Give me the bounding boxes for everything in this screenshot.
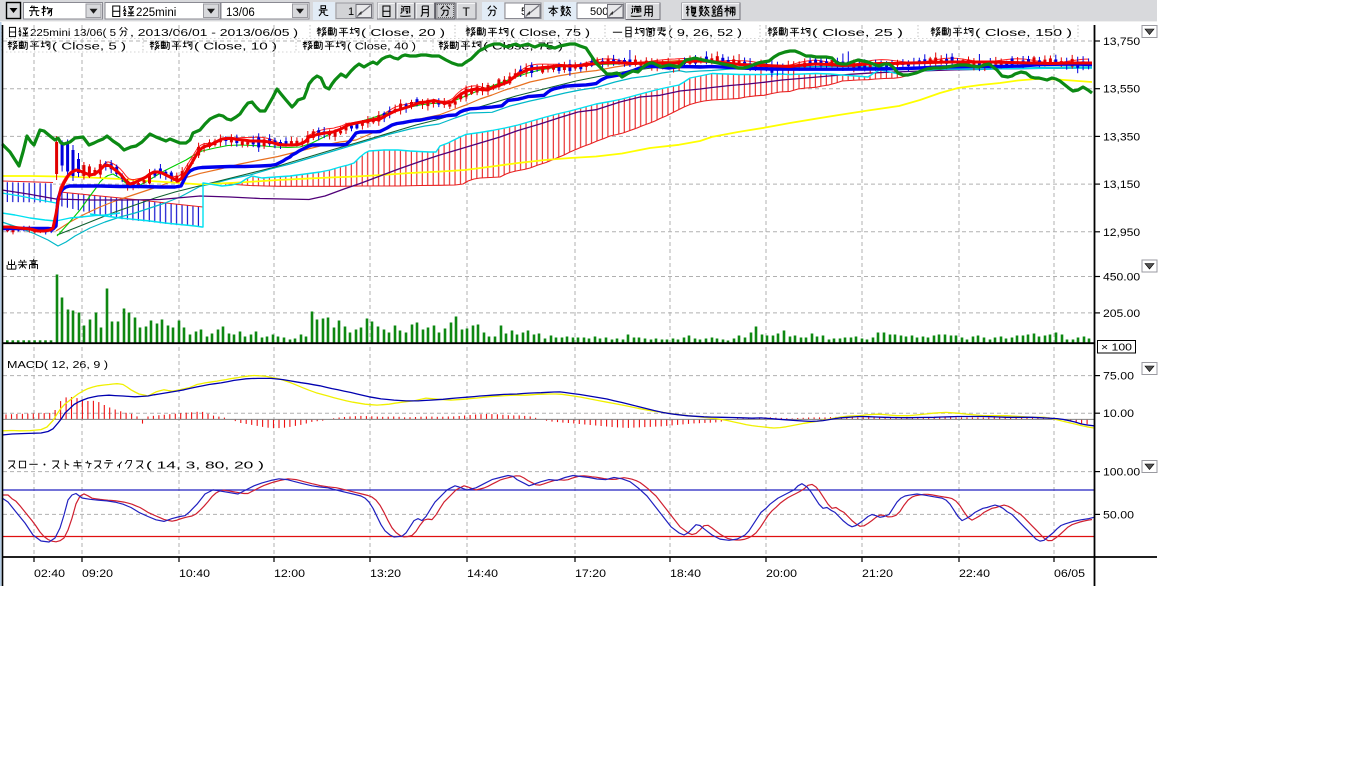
svg-text:50.00: 50.00 <box>1103 509 1134 521</box>
svg-text:205.00: 205.00 <box>1103 308 1140 320</box>
svg-text:( Close, 20 ): ( Close, 20 ) <box>361 28 445 39</box>
svg-text:17:20: 17:20 <box>575 568 606 580</box>
svg-text:13,350: 13,350 <box>1103 131 1140 143</box>
svg-text:10.00: 10.00 <box>1103 408 1134 420</box>
svg-text:( 14, 3, 80, 20 ): ( 14, 3, 80, 20 ) <box>146 461 264 472</box>
svg-text:( Close, 40 ): ( Close, 40 ) <box>347 42 416 53</box>
svg-text:13,150: 13,150 <box>1103 179 1140 191</box>
svg-text:13,750: 13,750 <box>1103 36 1140 48</box>
svg-text:22:40: 22:40 <box>959 568 990 580</box>
svg-text:12:00: 12:00 <box>274 568 305 580</box>
svg-text:( Close, 75 ): ( Close, 75 ) <box>510 28 590 39</box>
svg-text:225mini 13/06( 5: 225mini 13/06( 5 <box>30 28 116 39</box>
svg-text:02:40: 02:40 <box>34 568 65 580</box>
svg-text:75.00: 75.00 <box>1103 371 1134 383</box>
svg-text:13:20: 13:20 <box>370 568 401 580</box>
svg-text:450.00: 450.00 <box>1103 272 1140 284</box>
svg-text:18:40: 18:40 <box>670 568 701 580</box>
svg-text:( Close, 150 ): ( Close, 150 ) <box>975 28 1072 39</box>
svg-text:13,550: 13,550 <box>1103 84 1140 96</box>
svg-text:14:40: 14:40 <box>467 568 498 580</box>
svg-text:, 2013/06/01 - 2013/06/05 ): , 2013/06/01 - 2013/06/05 ) <box>130 28 298 39</box>
svg-text:21:20: 21:20 <box>862 568 893 580</box>
svg-text:09:20: 09:20 <box>82 568 113 580</box>
svg-text:( Close, 10 ): ( Close, 10 ) <box>194 42 277 53</box>
svg-text:( Close, 5 ): ( Close, 5 ) <box>52 42 126 53</box>
svg-text:20:00: 20:00 <box>766 568 797 580</box>
svg-text:( Close, 25 ): ( Close, 25 ) <box>812 28 903 39</box>
svg-text:( 9, 26, 52 ): ( 9, 26, 52 ) <box>668 28 742 39</box>
svg-text:10:40: 10:40 <box>179 568 210 580</box>
svg-text:12,950: 12,950 <box>1103 227 1140 239</box>
svg-text:× 100: × 100 <box>1101 343 1133 354</box>
svg-text:MACD( 12, 26, 9 ): MACD( 12, 26, 9 ) <box>7 360 108 371</box>
svg-text:100.00: 100.00 <box>1103 467 1140 479</box>
svg-text:06/05: 06/05 <box>1054 568 1085 580</box>
